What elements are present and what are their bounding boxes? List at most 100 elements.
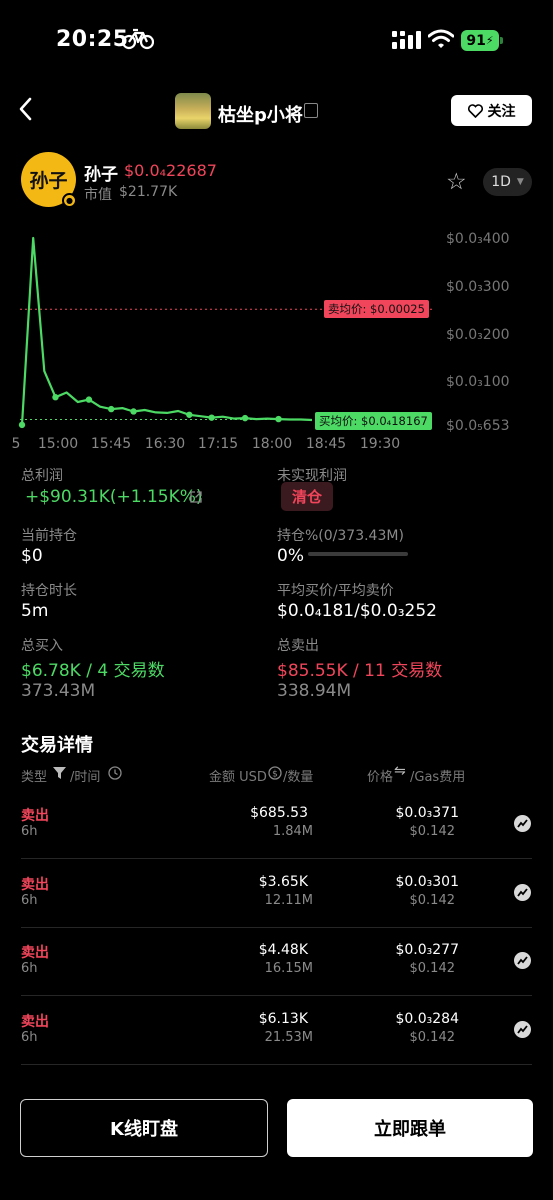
trade-time: 6h [21,824,38,839]
trade-time: 6h [21,893,38,908]
trade-marker[interactable] [275,415,282,423]
filter-icon[interactable] [53,767,66,779]
x-tick-label: 5 [12,436,21,452]
clear-position-button[interactable]: 清仓 [281,482,333,511]
trade-gas: $0.142 [409,961,456,976]
status-time: 20:25 [56,27,129,52]
holding-value: $0 [21,546,43,566]
y-tick-label: $0.0₃200 [446,327,510,343]
timeframe-selector[interactable]: 1D ▼ [483,168,532,196]
trade-qty: 21.53M [264,1030,313,1045]
copy-trade-button[interactable]: 立即跟单 [287,1099,533,1157]
trade-chart-icon[interactable] [514,884,531,901]
trade-chart-icon[interactable] [514,1021,531,1038]
holding-label: 当前持仓 [21,528,77,544]
trade-gas: $0.142 [409,893,456,908]
total-sell-value: $85.55K / 11 交易数 [277,661,443,681]
token-price: $0.0₄22687 [124,161,217,180]
trade-amount: $4.48K [258,942,308,958]
trade-chart-icon[interactable] [514,952,531,969]
x-tick-label: 18:00 [252,436,292,452]
trade-marker[interactable] [186,411,193,418]
bicycle-icon [122,28,154,50]
col-type-header: 类型 [21,770,48,785]
total-profit-value: +$90.31K(+1.15K%) [25,487,203,507]
heart-plus-icon [467,103,483,118]
chain-badge-icon: ● [62,193,77,208]
follow-button[interactable]: 关注 [451,95,532,126]
trade-chart-icon[interactable] [514,815,531,832]
total-sell-qty: 338.94M [277,681,352,701]
trade-marker[interactable] [130,408,137,415]
x-tick-label: 16:30 [145,436,185,452]
currency-switch-icon[interactable]: $ [268,766,282,780]
page-title: 枯坐p小将 [218,105,303,126]
trade-price: $0.0₃284 [395,1011,459,1027]
col-price-header: 价格 [367,770,394,785]
y-tick-label: $0.0₅653 [446,418,510,434]
battery-nub [500,37,503,44]
col-gas-header: /Gas费用 [410,770,466,785]
trade-marker[interactable] [208,414,215,421]
kline-watch-button[interactable]: K线盯盘 [20,1099,268,1157]
market-cap-value: $21.77K [119,184,178,200]
trade-time: 6h [21,961,38,976]
duration-value: 5m [21,601,49,621]
avg-price-label: 平均买价/平均卖价 [277,583,394,599]
trade-row[interactable]: 卖出 6h $6.13K 21.53M $0.0₃284 $0.142 [21,996,532,1065]
trade-marker[interactable] [18,421,26,429]
total-sell-label: 总卖出 [277,638,319,654]
cellular-signal-icon [392,31,421,49]
trade-price: $0.0₃301 [395,874,459,890]
x-tick-label: 15:45 [91,436,131,452]
total-buy-label: 总买入 [21,638,63,654]
trade-amount: $6.13K [258,1011,308,1027]
trader-avatar[interactable] [175,93,211,129]
sell-average-tag: 卖均价: $0.00025 [324,300,429,318]
external-link-icon[interactable] [190,491,202,503]
svg-text:$: $ [272,770,278,780]
col-time-header: /时间 [70,770,101,785]
trade-amount: $685.53 [250,805,308,821]
trade-qty: 16.15M [264,961,313,976]
y-tick-label: $0.0₃100 [446,374,510,390]
trade-time: 6h [21,1030,38,1045]
buy-average-tag: 买均价: $0.0₄18167 [315,412,432,430]
trade-price: $0.0₃277 [395,942,459,958]
swap-arrows-icon[interactable]: ⇋ [394,763,406,779]
trade-type: 卖出 [21,877,49,893]
total-profit-label: 总利润 [21,468,63,484]
token-name: 孙子 [84,165,118,185]
trade-type: 卖出 [21,808,49,824]
price-chart[interactable]: $0.0₃400 $0.0₃300 $0.0₃200 $0.0₃100 $0.0₅653… [0,222,553,458]
col-qty-header: /数量 [283,770,314,785]
trade-marker[interactable] [85,396,93,403]
total-buy-value: $6.78K / 4 交易数 [21,661,165,681]
trade-row[interactable]: 卖出 6h $4.48K 16.15M $0.0₃277 $0.142 [21,927,532,996]
trade-details-title: 交易详情 [21,735,93,756]
duration-label: 持仓时长 [21,583,77,599]
trade-row[interactable]: 卖出 6h $3.65K 12.11M $0.0₃301 $0.142 [21,859,532,928]
trade-amount: $3.65K [258,874,308,890]
market-cap-label: 市值 [84,187,112,203]
holding-progress-bar [308,552,408,556]
x-tick-label: 17:15 [198,436,238,452]
clock-icon[interactable] [108,766,122,780]
holding-pct-label: 持仓%(0/373.43M) [277,528,404,544]
trade-price: $0.0₃371 [395,805,459,821]
trade-gas: $0.142 [409,1030,456,1045]
trade-gas: $0.142 [409,824,456,839]
x-tick-label: 18:45 [306,436,346,452]
trade-marker[interactable] [52,394,59,401]
trade-marker[interactable] [108,405,115,413]
wifi-icon [428,29,454,48]
y-tick-label: $0.0₃300 [446,279,510,295]
trade-row[interactable]: 卖出 6h $685.53 1.84M $0.0₃371 $0.142 [21,790,532,859]
trade-marker[interactable] [241,414,249,422]
star-icon[interactable]: ☆ [446,169,467,195]
total-buy-qty: 373.43M [21,681,96,701]
holding-pct-value: 0% [277,546,304,566]
trade-type: 卖出 [21,945,49,961]
back-chevron-icon[interactable] [18,97,32,128]
copy-icon[interactable] [304,103,318,118]
